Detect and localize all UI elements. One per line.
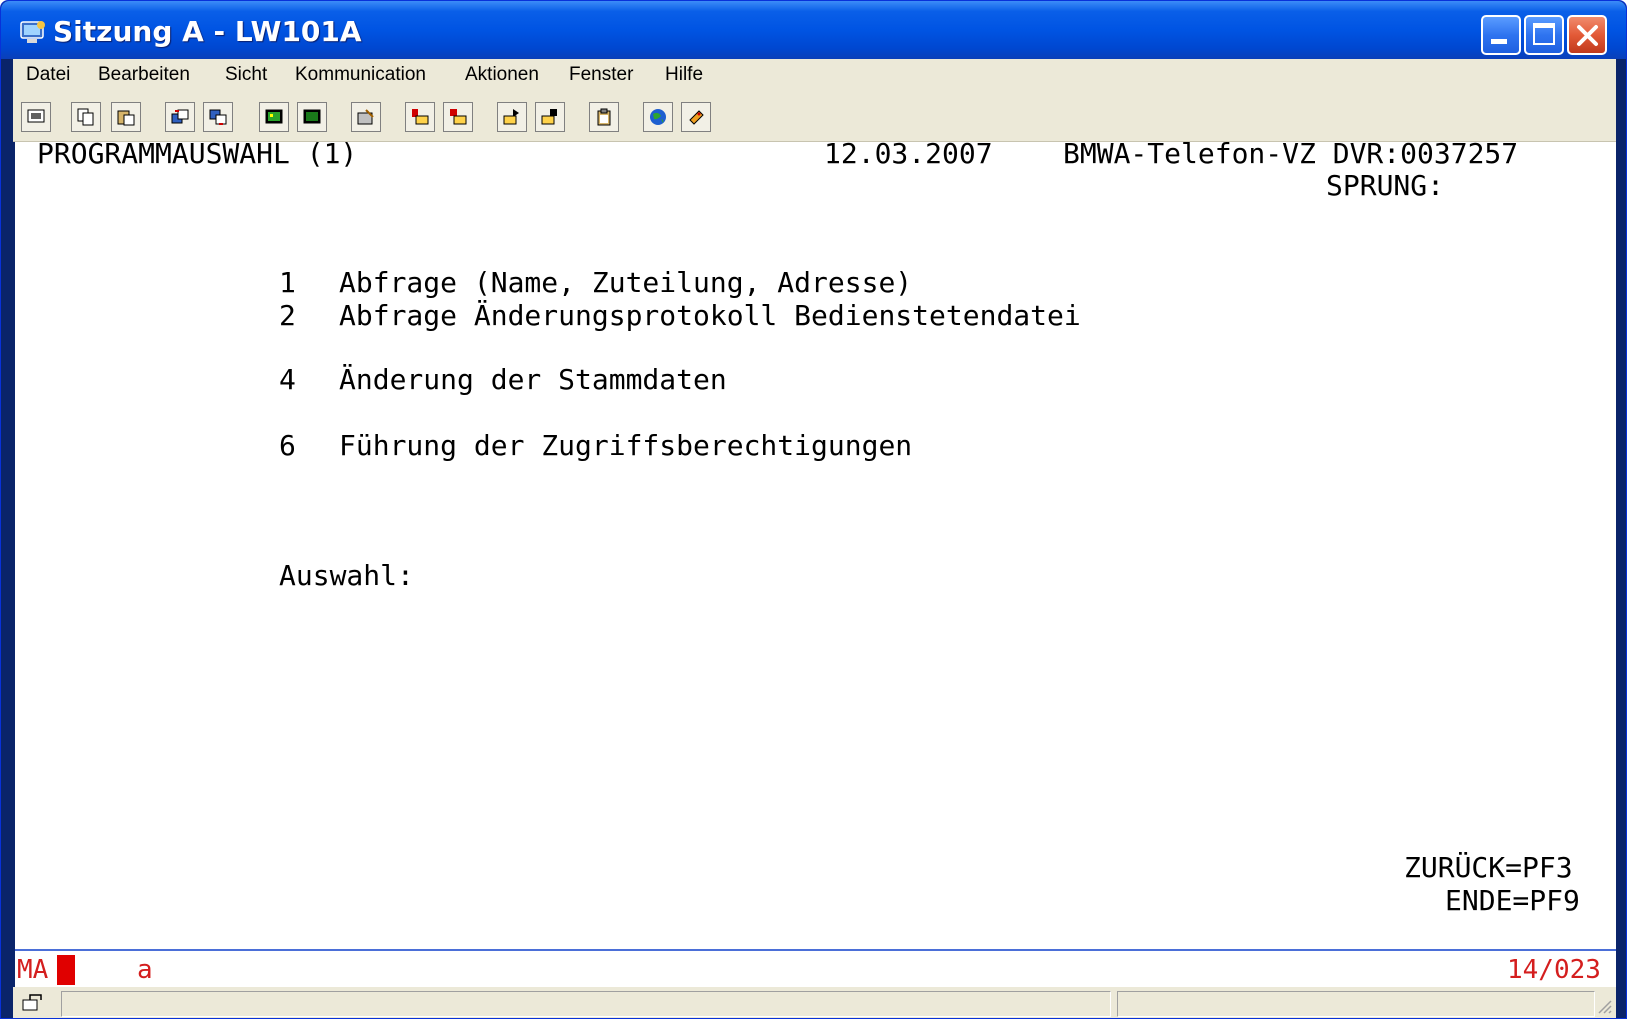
- auswahl-input[interactable]: [453, 560, 533, 590]
- help-icon: [689, 110, 704, 125]
- macro-icon: [357, 109, 374, 125]
- option-number: 2: [279, 299, 296, 332]
- keyboard-map-button[interactable]: [297, 102, 327, 132]
- copy-button[interactable]: [71, 102, 101, 132]
- color-map-icon: [265, 109, 283, 124]
- title-bar[interactable]: Sitzung A - LW101A: [1, 1, 1626, 59]
- play-macro-button[interactable]: [497, 102, 527, 132]
- option-label: Änderung der Stammdaten: [339, 363, 727, 396]
- oia-status-line: MA a 14/023: [15, 949, 1616, 989]
- menu-sicht[interactable]: Sicht: [225, 64, 267, 86]
- close-button[interactable]: [1567, 15, 1607, 55]
- input-inhibited-indicator: [57, 955, 75, 985]
- display-button[interactable]: [21, 102, 51, 132]
- web-button[interactable]: [643, 102, 673, 132]
- option-number: 6: [279, 429, 296, 462]
- pause-macro-button[interactable]: [535, 102, 565, 132]
- option-label: Führung der Zugriffsberechtigungen: [339, 429, 913, 462]
- play-macro-icon: [503, 109, 519, 125]
- status-pane-main: [61, 991, 1111, 1017]
- mode-indicator: MA: [17, 955, 49, 985]
- minimize-button[interactable]: [1481, 15, 1521, 55]
- option-number: 1: [279, 266, 296, 299]
- connection-icon: [22, 994, 42, 1011]
- emulator-window: Sitzung A - LW101A Datei Bearbeiten Sich…: [0, 0, 1627, 1019]
- resize-grip-icon[interactable]: [1595, 997, 1613, 1015]
- menu-hilfe[interactable]: Hilfe: [665, 64, 703, 86]
- stop-macro-button[interactable]: [443, 102, 473, 132]
- paste-button[interactable]: [111, 102, 141, 132]
- stop-macro-icon: [450, 109, 467, 125]
- status-bar: [13, 987, 1616, 1018]
- cursor-position: 14/023: [1507, 955, 1601, 985]
- status-pane-secondary: [1117, 991, 1595, 1017]
- send-button[interactable]: [165, 102, 195, 132]
- screen-system-id: BMWA-Telefon-VZ DVR:0037257: [1063, 137, 1519, 170]
- option-label: Abfrage Änderungsprotokoll Bedienstetend…: [339, 299, 1081, 332]
- screen-title: PROGRAMMAUSWAHL (1): [37, 137, 358, 170]
- maximize-button[interactable]: [1524, 15, 1564, 55]
- end-key-hint: ENDE=PF9: [1445, 884, 1580, 917]
- screen-date: 12.03.2007: [824, 137, 993, 170]
- help-button[interactable]: [681, 102, 711, 132]
- send-icon: [171, 109, 189, 124]
- receive-icon: [209, 109, 227, 125]
- window-title: Sitzung A - LW101A: [53, 15, 362, 48]
- record-macro-button[interactable]: [405, 102, 435, 132]
- menu-datei[interactable]: Datei: [26, 64, 70, 86]
- clipboard-button[interactable]: [589, 102, 619, 132]
- menu-aktionen[interactable]: Aktionen: [465, 64, 539, 86]
- minimize-icon: [1491, 39, 1507, 44]
- option-label: Abfrage (Name, Zuteilung, Adresse): [339, 266, 913, 299]
- record-macro-icon: [412, 109, 429, 125]
- clipboard-icon: [597, 108, 611, 126]
- option-number: 4: [279, 363, 296, 396]
- web-icon: [650, 109, 666, 125]
- menu-kommunication[interactable]: Kommunication: [295, 64, 426, 86]
- display-icon: [27, 109, 45, 123]
- menu-fenster[interactable]: Fenster: [569, 64, 633, 86]
- back-key-hint: ZURÜCK=PF3: [1404, 851, 1573, 884]
- paste-icon: [117, 110, 135, 126]
- menu-bearbeiten[interactable]: Bearbeiten: [98, 64, 190, 86]
- toolbar: [13, 95, 1616, 142]
- color-map-button[interactable]: [259, 102, 289, 132]
- menu-bar: Datei Bearbeiten Sicht Kommunication Akt…: [13, 59, 1616, 95]
- terminal-session-icon: [20, 21, 45, 43]
- pause-macro-icon: [541, 109, 557, 125]
- keyboard-map-icon: [303, 109, 321, 124]
- close-icon: [1577, 25, 1598, 46]
- macro-button[interactable]: [351, 102, 381, 132]
- sprung-label: SPRUNG:: [1326, 169, 1445, 202]
- session-indicator: a: [137, 955, 153, 985]
- sprung-input[interactable]: [1459, 170, 1599, 200]
- copy-icon: [77, 108, 94, 126]
- auswahl-label: Auswahl:: [279, 559, 414, 592]
- receive-button[interactable]: [203, 102, 233, 132]
- terminal-screen[interactable]: PROGRAMMAUSWAHL (1) 12.03.2007 BMWA-Tele…: [15, 138, 1616, 950]
- maximize-icon: [1533, 23, 1555, 45]
